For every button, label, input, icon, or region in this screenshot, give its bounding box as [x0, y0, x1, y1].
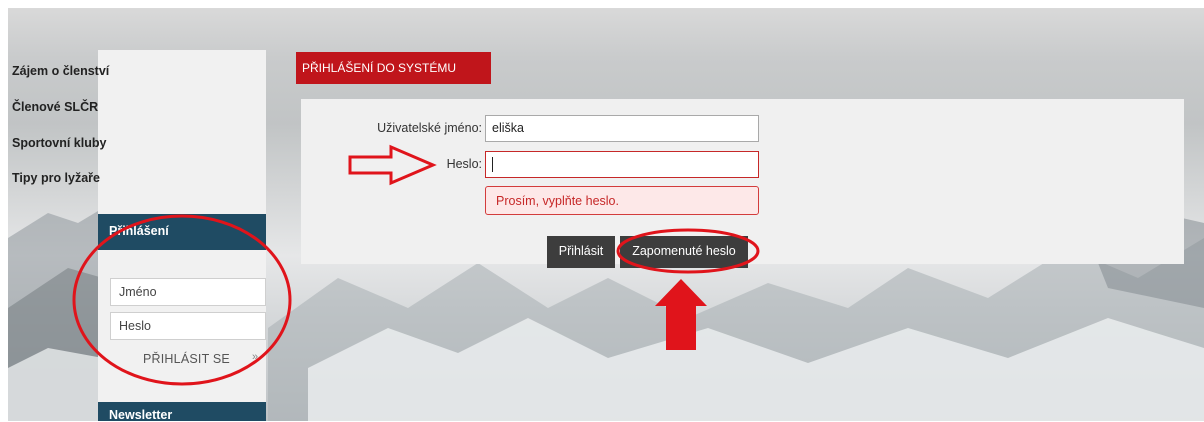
page-title-tab: PŘIHLÁŠENÍ DO SYSTÉMU — [296, 52, 491, 84]
sidebar-item-ski-tips[interactable]: Tipy pro lyžaře — [12, 171, 100, 185]
sidebar-item-members[interactable]: Členové SLČR — [12, 100, 98, 114]
forgot-password-button[interactable]: Zapomenuté heslo — [620, 236, 748, 268]
text-caret — [492, 157, 493, 173]
password-error-message: Prosím, vyplňte heslo. — [485, 186, 759, 215]
double-chevron-icon: » — [252, 351, 259, 363]
sidebar-item-membership[interactable]: Zájem o členství — [12, 64, 109, 78]
sidebar-password-input[interactable]: Heslo — [110, 312, 266, 340]
login-panel-title: Přihlášení — [98, 214, 266, 250]
username-field[interactable]: eliška — [485, 115, 759, 142]
password-label: Heslo: — [446, 157, 482, 171]
newsletter-panel-title: Newsletter — [98, 402, 266, 422]
sidebar-login-button[interactable]: PŘIHLÁSIT SE — [143, 352, 230, 366]
login-button[interactable]: Přihlásit — [547, 236, 615, 268]
sidebar-item-sport-clubs[interactable]: Sportovní kluby — [12, 136, 106, 150]
username-label: Uživatelské jméno: — [377, 121, 482, 135]
password-field[interactable] — [485, 151, 759, 178]
sidebar-name-input[interactable]: Jméno — [110, 278, 266, 306]
